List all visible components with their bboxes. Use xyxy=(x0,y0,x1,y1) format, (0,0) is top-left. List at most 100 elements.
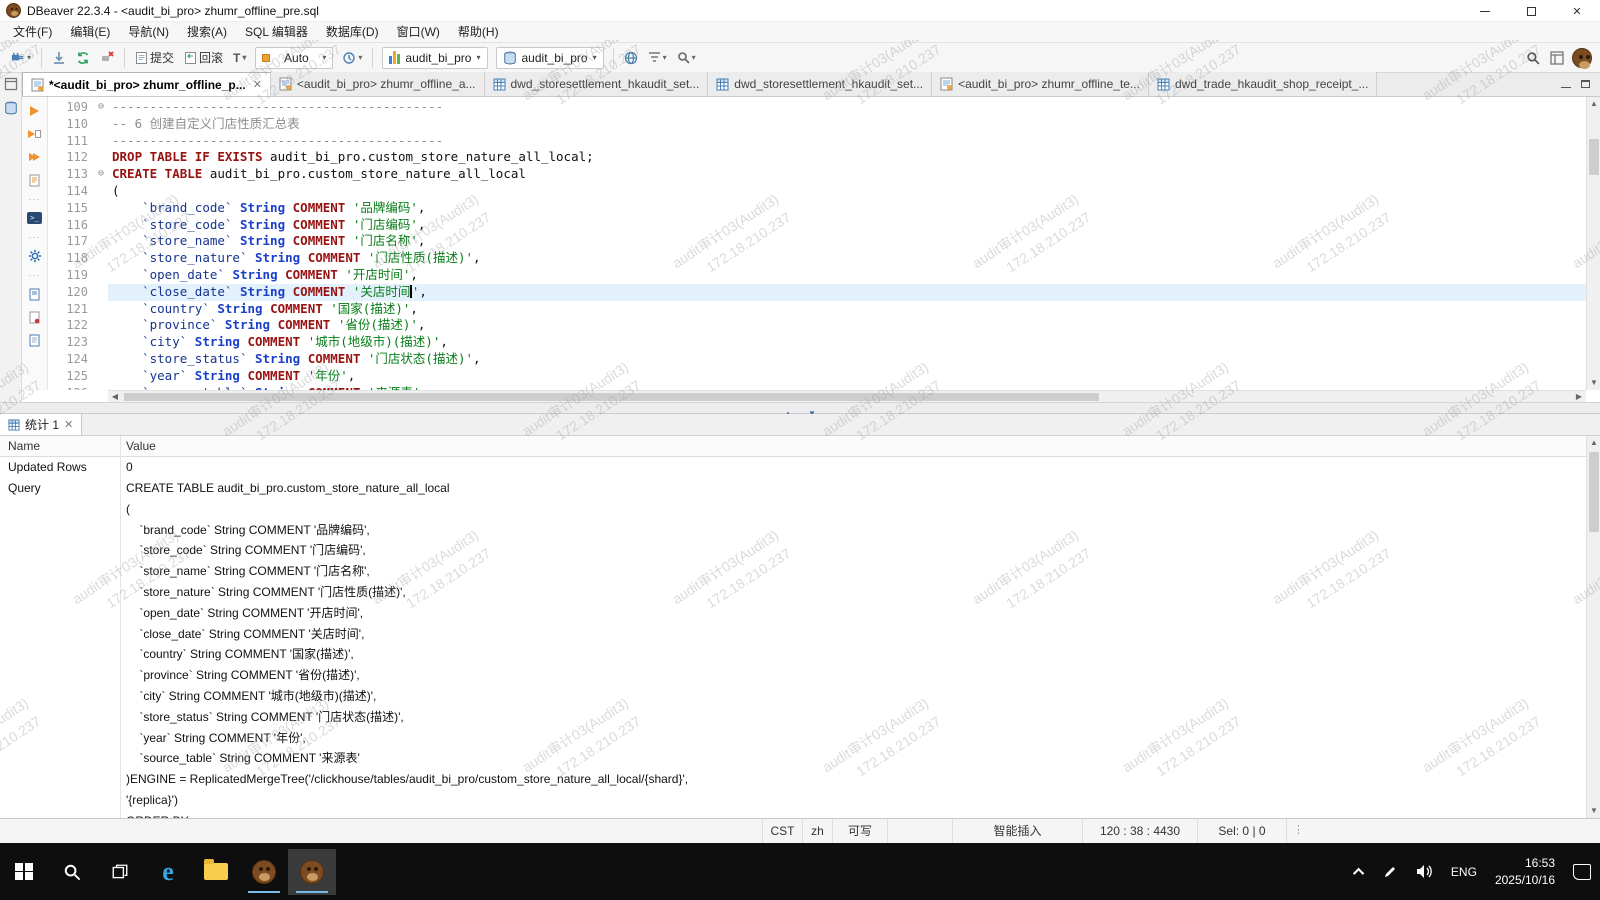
schema-select[interactable]: audit_bi_pro ▾ xyxy=(495,46,604,69)
editor-vertical-scrollbar[interactable]: ▲ ▼ xyxy=(1586,97,1600,390)
commit-button[interactable]: 提交 xyxy=(131,46,178,70)
table-row[interactable]: Query CREATE TABLE audit_bi_pro.custom_s… xyxy=(0,478,1600,818)
action-center-button[interactable] xyxy=(1564,843,1600,900)
scroll-up-icon[interactable]: ▲ xyxy=(1587,436,1600,450)
editor-tab[interactable]: *<audit_bi_pro> zhumr_offline_p... ✕ xyxy=(22,72,271,96)
task-view-button[interactable] xyxy=(96,849,144,895)
editor-tab[interactable]: <audit_bi_pro> zhumr_offline_te... xyxy=(932,72,1149,96)
editor-tab[interactable]: dwd_storesettlement_hkaudit_set... xyxy=(708,72,933,96)
minimize-panel-icon[interactable] xyxy=(1561,75,1571,93)
column-divider[interactable] xyxy=(120,436,121,818)
taskbar-search-button[interactable] xyxy=(48,849,96,895)
results-vertical-scrollbar[interactable]: ▲ ▼ xyxy=(1586,436,1600,818)
tab-close-icon[interactable]: ✕ xyxy=(253,78,262,91)
volume-tray-button[interactable] xyxy=(1407,843,1442,900)
connect-button[interactable] xyxy=(48,46,70,70)
text-transform-button[interactable]: T ▾ xyxy=(229,46,250,70)
table-row[interactable]: Updated Rows 0 xyxy=(0,457,1600,478)
minimize-window-button[interactable] xyxy=(1462,0,1508,22)
code-line[interactable]: 121 `country` String COMMENT '国家(描述)', xyxy=(48,301,1586,318)
dbeaver-taskbar-button[interactable] xyxy=(240,849,288,895)
code-line[interactable]: 124 `store_status` String COMMENT '门店状态(… xyxy=(48,351,1586,368)
tray-expand-button[interactable] xyxy=(1347,843,1373,900)
panel-splitter[interactable]: ▲▼ xyxy=(0,402,1600,418)
restore-panel-icon[interactable] xyxy=(4,77,18,91)
file-explorer-button[interactable] xyxy=(192,849,240,895)
editor-tab[interactable]: dwd_storesettlement_hkaudit_set... xyxy=(484,72,709,96)
pen-tray-button[interactable] xyxy=(1373,843,1407,900)
database-navigator-icon[interactable] xyxy=(4,101,18,115)
global-search-button[interactable] xyxy=(1522,46,1544,70)
clock[interactable]: 16:53 2025/10/16 xyxy=(1486,843,1564,900)
code-area[interactable]: 109 ⊖ ------------------------------------… xyxy=(48,97,1586,390)
status-insert-mode[interactable]: 智能插入 xyxy=(952,819,1082,844)
sql-terminal-icon[interactable]: >_ xyxy=(26,210,44,226)
start-button[interactable] xyxy=(0,849,48,895)
query-line: `source_table` String COMMENT '来源表' xyxy=(126,751,360,766)
menu-item[interactable]: 数据库(D) xyxy=(317,22,388,43)
execute-new-tab-icon[interactable] xyxy=(26,126,44,142)
execute-script-icon[interactable] xyxy=(26,149,44,165)
filter-button[interactable]: ▾ xyxy=(644,46,671,70)
code-line[interactable]: 110 -- 6 创建自定义门店性质汇总表 xyxy=(48,116,1586,133)
maximize-window-button[interactable] xyxy=(1508,0,1554,22)
code-line[interactable]: 117 `store_name` String COMMENT '门店名称', xyxy=(48,233,1586,250)
column-header-name[interactable]: Name xyxy=(0,439,120,453)
scroll-down-icon[interactable]: ▼ xyxy=(1587,804,1600,818)
new-connection-button[interactable]: ▾ xyxy=(6,46,35,70)
log-view-icon[interactable] xyxy=(26,309,44,325)
editor-tab[interactable]: <audit_bi_pro> zhumr_offline_a... xyxy=(270,72,485,96)
fold-icon[interactable]: ⊖ xyxy=(94,166,108,183)
code-line[interactable]: 120 `close_date` String COMMENT '关店时间 ', xyxy=(48,283,1586,301)
settings-gear-icon[interactable] xyxy=(26,248,44,264)
explain-plan-icon[interactable] xyxy=(26,172,44,188)
txn-mode-select[interactable]: Auto ▾ xyxy=(255,46,334,69)
close-window-button[interactable]: ✕ xyxy=(1554,0,1600,22)
menu-item[interactable]: 窗口(W) xyxy=(388,22,449,43)
code-line[interactable]: 115 `brand_code` String COMMENT '品牌编码', xyxy=(48,200,1586,217)
maximize-panel-icon[interactable] xyxy=(1581,75,1590,93)
code-line[interactable]: 113 ⊖ CREATE TABLE audit_bi_pro.custom_sto… xyxy=(48,166,1586,183)
menu-item[interactable]: 帮助(H) xyxy=(449,22,508,43)
results-tab[interactable]: 统计 1 ✕ xyxy=(0,413,83,435)
fold-icon[interactable]: ⊖ xyxy=(94,99,108,116)
script-view-icon[interactable] xyxy=(26,332,44,348)
code-line[interactable]: 118 `store_nature` String COMMENT '门店性质(… xyxy=(48,250,1586,267)
search-menu-button[interactable]: ▾ xyxy=(673,46,700,70)
menu-item[interactable]: SQL 编辑器 xyxy=(236,22,317,43)
title-bar: DBeaver 22.3.4 - <audit_bi_pro> zhumr_of… xyxy=(0,0,1600,22)
status-overflow-icon[interactable]: ⋮ xyxy=(1293,823,1304,836)
column-header-value[interactable]: Value xyxy=(120,439,156,453)
editor-horizontal-scrollbar[interactable]: ◀ ▶ xyxy=(108,390,1586,402)
menu-item[interactable]: 文件(F) xyxy=(4,22,61,43)
network-button[interactable] xyxy=(620,46,642,70)
close-icon[interactable]: ✕ xyxy=(64,418,73,431)
editor-tab[interactable]: dwd_trade_hkaudit_shop_receipt_... xyxy=(1148,72,1378,96)
code-line[interactable]: 119 `open_date` String COMMENT '开店时间', xyxy=(48,267,1586,284)
code-line[interactable]: 122 `province` String COMMENT '省份(描述)', xyxy=(48,317,1586,334)
output-view-icon[interactable] xyxy=(26,286,44,302)
menu-item[interactable]: 搜索(A) xyxy=(178,22,236,43)
edge-button[interactable]: e xyxy=(144,849,192,895)
scroll-up-icon[interactable]: ▲ xyxy=(1587,97,1600,111)
connection-select[interactable]: audit_bi_pro ▾ xyxy=(382,46,488,69)
code-line[interactable]: 123 `city` String COMMENT '城市(地级市)(描述)', xyxy=(48,334,1586,351)
code-line[interactable]: 114 ( xyxy=(48,183,1586,200)
disconnect-button[interactable] xyxy=(96,46,118,70)
scroll-down-icon[interactable]: ▼ xyxy=(1587,376,1600,390)
execute-statement-icon[interactable] xyxy=(26,103,44,119)
language-indicator[interactable]: ENG xyxy=(1442,843,1486,900)
menu-item[interactable]: 导航(N) xyxy=(119,22,178,43)
code-line[interactable]: 125 `year` String COMMENT '年份', xyxy=(48,368,1586,385)
txn-log-button[interactable]: ▾ xyxy=(338,46,366,70)
status-caret-position[interactable]: 120 : 38 : 4430 xyxy=(1082,819,1197,844)
code-line[interactable]: 112 DROP TABLE IF EXISTS audit_bi_pro.cus… xyxy=(48,149,1586,166)
menu-item[interactable]: 编辑(E) xyxy=(61,22,119,43)
invalidate-reconnect-button[interactable] xyxy=(72,46,94,70)
rollback-button[interactable]: 回滚 xyxy=(180,46,227,70)
code-line[interactable]: 109 ⊖ ------------------------------------… xyxy=(48,99,1586,116)
dbeaver-taskbar-button-active[interactable] xyxy=(288,848,336,895)
code-line[interactable]: 111 -------------------------------------… xyxy=(48,133,1586,150)
code-line[interactable]: 116 `store_code` String COMMENT '门店编码', xyxy=(48,217,1586,234)
perspective-button[interactable] xyxy=(1546,46,1568,70)
